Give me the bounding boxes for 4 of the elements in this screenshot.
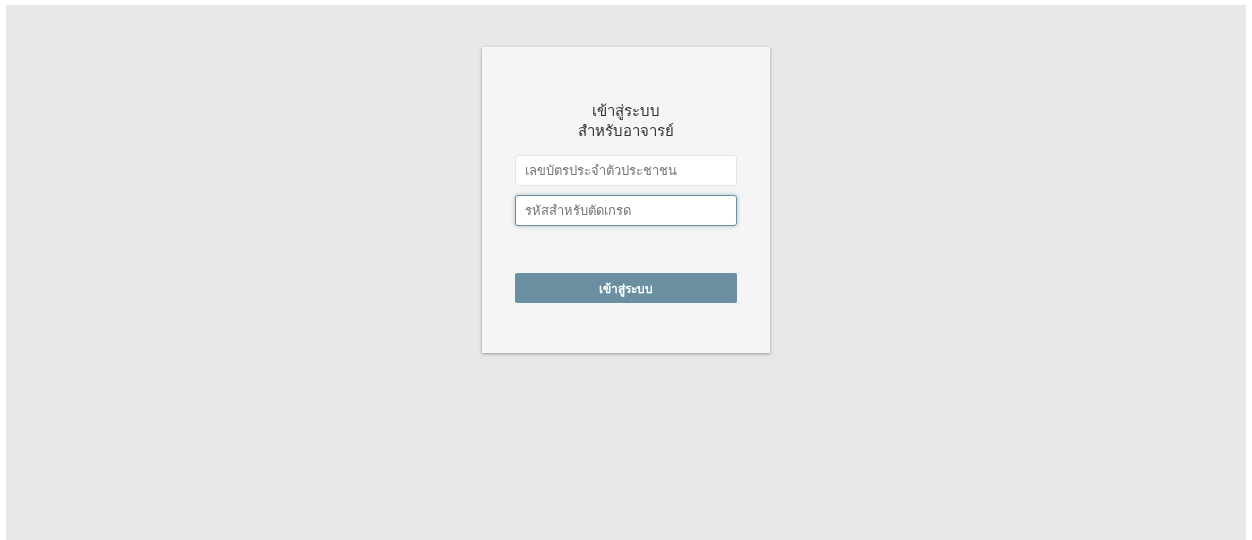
login-title: สำหรับอาจารย์: [578, 121, 674, 141]
login-button[interactable]: เข้าสู่ระบบ: [515, 273, 737, 303]
login-title: เข้าสู่ระบบ: [592, 101, 660, 121]
input-field[interactable]: รหัสสำหรับตัดเกรด: [515, 195, 737, 226]
